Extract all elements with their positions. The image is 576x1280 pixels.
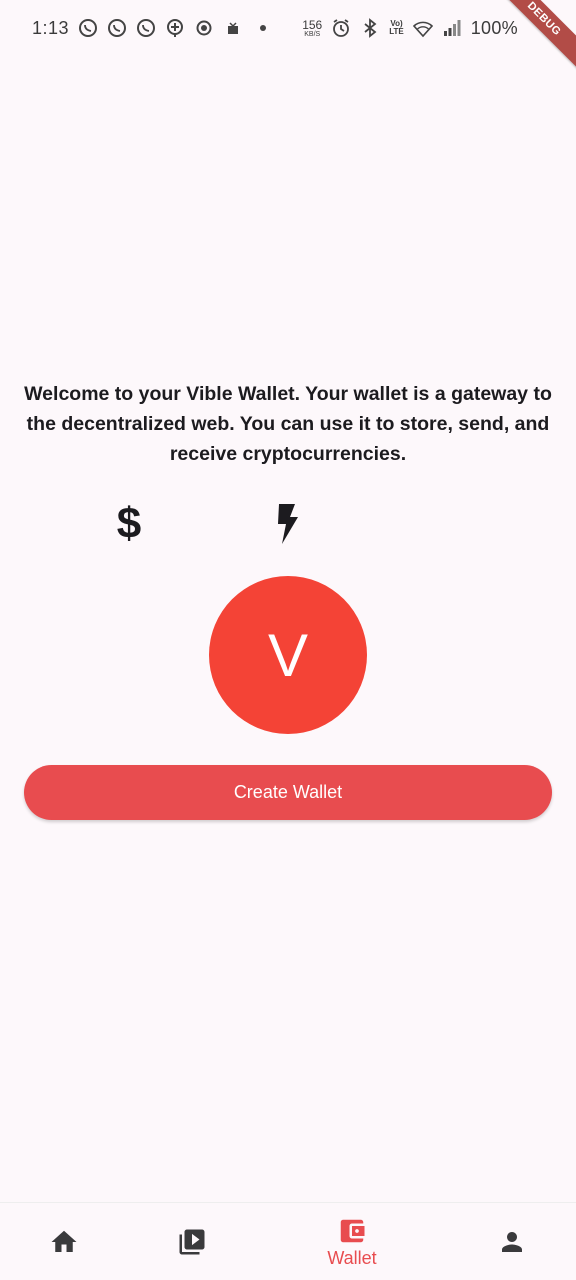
network-speed: 156 KB/S bbox=[302, 19, 322, 38]
bolt-icon bbox=[266, 500, 310, 548]
nav-item-videos[interactable] bbox=[162, 1203, 222, 1280]
wifi-icon bbox=[412, 18, 433, 38]
whatsapp-icon bbox=[78, 18, 98, 38]
wallet-icon bbox=[340, 1219, 365, 1242]
whatsapp-icon bbox=[136, 18, 156, 38]
signal-icon bbox=[442, 18, 462, 38]
status-bar-left: 1:13 bbox=[32, 17, 267, 39]
nav-item-profile[interactable] bbox=[482, 1203, 542, 1280]
welcome-text: Welcome to your Vible Wallet. Your walle… bbox=[24, 383, 552, 465]
moon-icon bbox=[424, 500, 468, 548]
bottom-navigation: Wallet bbox=[0, 1202, 576, 1280]
battery-level: 100% bbox=[470, 17, 518, 38]
volte-indicator: Vo) LTE bbox=[389, 20, 404, 36]
alarm-icon bbox=[331, 18, 351, 38]
whatsapp-icon bbox=[107, 18, 127, 38]
add-location-icon bbox=[165, 18, 185, 38]
status-bar: 1:13 156 KB/S Vo) LTE 100% bbox=[0, 0, 576, 56]
wallet-avatar: V bbox=[209, 576, 367, 734]
home-icon bbox=[51, 1230, 77, 1252]
dollar-icon: $ bbox=[116, 499, 142, 548]
record-icon bbox=[194, 18, 214, 38]
nav-item-wallet[interactable]: Wallet bbox=[312, 1203, 392, 1280]
video-library-icon bbox=[179, 1229, 205, 1255]
nav-item-home[interactable] bbox=[34, 1203, 94, 1280]
wallet-screen: 1:13 156 KB/S Vo) LTE 100% DEBUG Welcome… bbox=[0, 0, 576, 1280]
create-wallet-button[interactable]: Create Wallet bbox=[24, 765, 552, 820]
person-icon bbox=[502, 1232, 522, 1252]
bluetooth-icon bbox=[360, 18, 380, 38]
network-speed-value: 156 bbox=[302, 17, 323, 32]
network-speed-unit: KB/S bbox=[304, 30, 321, 38]
volte-bottom: LTE bbox=[389, 27, 404, 36]
status-time: 1:13 bbox=[32, 17, 70, 38]
gift-icon bbox=[223, 18, 243, 38]
notification-dot-icon bbox=[260, 25, 267, 31]
nav-wallet-label: Wallet bbox=[327, 1247, 377, 1268]
feature-icons: $ bbox=[0, 500, 576, 550]
status-bar-right: 156 KB/S Vo) LTE 100% bbox=[302, 18, 518, 39]
